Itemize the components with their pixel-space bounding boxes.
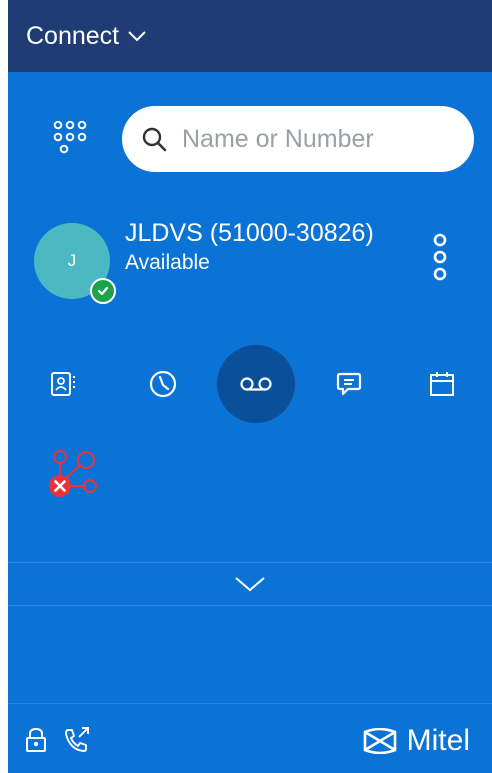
nav-calendar-button[interactable] xyxy=(403,345,481,423)
lock-icon[interactable] xyxy=(24,726,48,754)
chevron-down-icon xyxy=(128,31,146,42)
connect-dropdown[interactable]: Connect xyxy=(26,22,147,51)
chat-bubble-icon xyxy=(336,372,362,396)
user-status[interactable]: Available xyxy=(125,251,210,275)
integration-disconnected-icon[interactable] xyxy=(46,448,102,504)
chevron-down-icon xyxy=(235,577,265,592)
outgoing-call-icon[interactable] xyxy=(62,726,92,754)
header-bar: Connect xyxy=(8,0,492,72)
nav-voicemail-button[interactable] xyxy=(217,345,295,423)
app-panel: Connect J JLDVS (51000-30826) Available xyxy=(8,0,492,773)
footer-bar: Mitel xyxy=(8,703,492,773)
header-title: Connect xyxy=(26,21,120,50)
check-icon xyxy=(97,286,109,296)
more-options-icon[interactable] xyxy=(428,232,452,282)
calendar-icon xyxy=(430,372,454,396)
search-icon xyxy=(142,127,167,152)
nav-toolbar xyxy=(8,345,492,423)
user-name: JLDVS (51000-30826) xyxy=(125,219,374,247)
brand-name: Mitel xyxy=(406,724,470,757)
search-field[interactable] xyxy=(122,106,474,172)
dialpad-icon[interactable] xyxy=(48,117,96,165)
expand-toggle[interactable] xyxy=(8,562,492,606)
nav-recent-button[interactable] xyxy=(124,345,202,423)
presence-available-badge xyxy=(90,278,116,304)
nav-chat-button[interactable] xyxy=(310,345,388,423)
contacts-book-icon xyxy=(51,372,75,396)
avatar-initial: J xyxy=(67,251,77,270)
clock-icon xyxy=(149,370,177,398)
nav-contacts-button[interactable] xyxy=(24,345,102,423)
voicemail-icon xyxy=(240,377,272,391)
mitel-logo: Mitel xyxy=(361,724,470,758)
search-input[interactable] xyxy=(180,123,454,155)
mitel-logo-icon xyxy=(363,728,396,754)
